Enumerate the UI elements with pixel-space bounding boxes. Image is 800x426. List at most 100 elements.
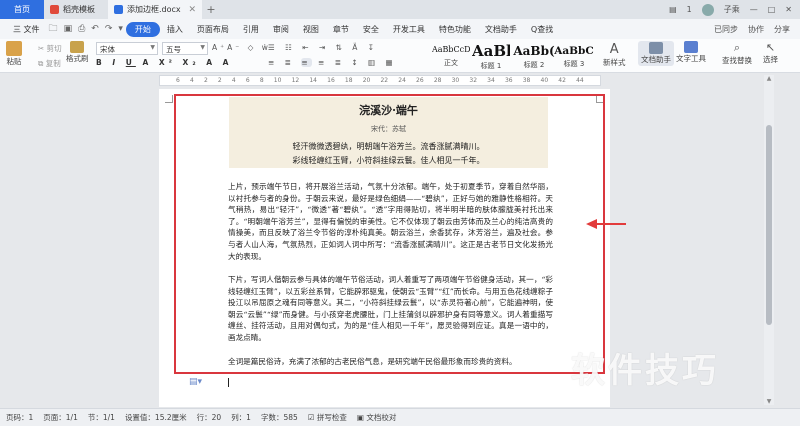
status-setting[interactable]: 设置值：15.2厘米	[125, 412, 187, 423]
doc-assistant-button[interactable]: 文档助手	[638, 41, 674, 66]
redo-icon[interactable]: ↷	[102, 24, 116, 34]
ruler-tick-label: 8	[259, 77, 264, 84]
print-icon[interactable]: ⎙	[75, 24, 88, 34]
menu-developer[interactable]: 开发工具	[386, 24, 432, 35]
chevron-down-icon: ▼	[200, 44, 205, 51]
maximize-icon[interactable]: □	[768, 5, 776, 14]
scroll-up-icon[interactable]: ▲	[764, 75, 774, 82]
status-section[interactable]: 节：1/1	[88, 412, 115, 423]
menu-insert[interactable]: 插入	[160, 24, 190, 35]
search-icon: ⌕	[733, 41, 741, 54]
menu-layout[interactable]: 页面布局	[190, 24, 236, 35]
menu-view[interactable]: 视图	[296, 24, 326, 35]
close-icon[interactable]: ✕	[188, 5, 196, 15]
file-menu[interactable]: 三 文件	[6, 24, 46, 35]
proofread-button[interactable]: ▣ 文档校对	[357, 412, 396, 423]
font-format-buttons[interactable]: B I U A X² X₂ A A	[96, 58, 232, 67]
horizontal-ruler[interactable]: 6 4 2 2 4 6 8 10 12 14 16 18 20 22 24 26 28 30 32 34 36 38 40 4…	[159, 75, 601, 86]
format-painter-button[interactable]: 格式刷	[66, 41, 89, 64]
size-value: 五号	[166, 45, 181, 54]
status-col[interactable]: 列：1	[231, 412, 251, 423]
doc-assistant-icon	[649, 42, 663, 54]
layout-icon[interactable]: ▤	[669, 5, 677, 14]
ruler-tick-label: 6	[176, 77, 180, 84]
ruler-numbers: 6 4 2 2 4 6 8 10 12 14 16 18 20 22 24 26 28 30 32 34 36 38 40 4…	[160, 76, 600, 85]
brush-icon	[70, 41, 85, 53]
cursor-icon: ↖	[765, 41, 776, 54]
paste-label: 粘贴	[6, 57, 22, 66]
close-window-icon[interactable]: ✕	[785, 5, 792, 14]
menu-security[interactable]: 安全	[356, 24, 386, 35]
style-heading3[interactable]: AaBbC 标题 3	[552, 42, 596, 70]
tab-document[interactable]: 添加边框.docx ✕	[108, 0, 202, 19]
status-pages[interactable]: 页面：1/1	[43, 412, 78, 423]
justify-button[interactable]: ≡	[301, 58, 312, 67]
menu-doc-assistant[interactable]: 文档助手	[478, 24, 524, 35]
select-button[interactable]: ↖ 选择	[763, 41, 778, 65]
new-style-button[interactable]: A 新样式	[603, 42, 626, 68]
ruler-tick-label: 22	[380, 77, 389, 84]
home-tab[interactable]: 首页	[0, 0, 44, 19]
sync-button[interactable]: 已同步	[714, 24, 738, 35]
select-label: 选择	[763, 55, 778, 64]
ruler-tick-label: 16	[327, 77, 335, 84]
menu-search[interactable]: Q查找	[524, 24, 560, 35]
scroll-thumb[interactable]	[766, 125, 772, 325]
ribbon: 粘贴 ✂ 剪切 ⧉ 复制 格式刷 宋体 ▼ 五号 ▼ A⁺A⁻ ◇ ẇ B I U …	[0, 39, 800, 73]
tab-label: 添加边框.docx	[127, 5, 181, 14]
menu-review[interactable]: 审阅	[266, 24, 296, 35]
menu-reference[interactable]: 引用	[236, 24, 266, 35]
more-icon[interactable]: ▾	[115, 24, 126, 34]
status-page[interactable]: 页码：1	[6, 412, 33, 423]
spell-check-button[interactable]: ☑ 拼写检查	[308, 412, 347, 423]
minimize-icon[interactable]: —	[750, 5, 758, 14]
ruler-tick-label: 20	[362, 77, 371, 84]
cut-button[interactable]: ✂ 剪切	[38, 43, 62, 54]
style-normal[interactable]: AaBbCcDd 正文	[432, 42, 470, 70]
new-style-label: 新样式	[603, 58, 626, 67]
ruler-tick-label: 4	[189, 77, 194, 84]
align-buttons[interactable]: ≡ ≣ ≡ ≡ ≣ ↕ ▥ ▦	[268, 58, 397, 67]
paste-button[interactable]: 粘贴	[6, 41, 22, 67]
menu-bar: 三 文件 🗀 ▣ ⎙ ↶ ↷ ▾ 开始 插入 页面布局 引用 审阅 视图 章节 …	[0, 19, 800, 39]
font-size-select[interactable]: 五号 ▼	[162, 42, 208, 55]
menu-start[interactable]: 开始	[125, 21, 160, 37]
list-buttons[interactable]: ☰ ☷ ⇤ ⇥ ⇅ Ä ↧	[268, 43, 378, 52]
tab-template[interactable]: 稻壳模板	[44, 0, 108, 19]
menu-chapter[interactable]: 章节	[326, 24, 356, 35]
style-heading1[interactable]: AaBl 标题 1	[472, 42, 510, 70]
status-row[interactable]: 行：20	[197, 412, 222, 423]
vertical-scrollbar[interactable]: ▲ ▼	[764, 75, 774, 405]
ruler-tick-label: 4	[231, 77, 236, 84]
paragraph-mark-icon[interactable]: ▤▾	[189, 377, 202, 387]
spell-label: 拼写检查	[316, 413, 347, 422]
menu-features[interactable]: 特色功能	[432, 24, 478, 35]
style-label: 标题 1	[480, 62, 502, 70]
ruler-tick-label: 2	[203, 77, 208, 84]
find-replace-label: 查找替换	[722, 56, 752, 65]
avatar[interactable]	[701, 3, 714, 16]
font-select[interactable]: 宋体 ▼	[96, 42, 158, 55]
undo-icon[interactable]: ↶	[88, 24, 102, 34]
notification-badge[interactable]: 1	[687, 5, 692, 14]
style-sample: AaBl	[472, 42, 510, 60]
user-name[interactable]: 子乘	[724, 4, 740, 15]
margin-mark	[165, 95, 173, 103]
new-tab-button[interactable]: +	[202, 0, 220, 19]
status-words[interactable]: 字数：585	[261, 412, 298, 423]
copy-button[interactable]: ⧉ 复制	[38, 58, 61, 69]
ruler-tick-label: 44	[576, 77, 584, 84]
find-replace-button[interactable]: ⌕ 查找替换	[722, 41, 752, 66]
ruler-tick-label: 12	[291, 77, 300, 84]
text-cursor	[228, 378, 229, 387]
share-button[interactable]: 分享	[774, 24, 790, 35]
ruler-tick-label: 26	[416, 77, 424, 84]
window-controls: ▤ 1 子乘 — □ ✕	[669, 0, 800, 19]
font-grow-shrink[interactable]: A⁺A⁻ ◇ ẇ	[212, 43, 271, 52]
text-tools-button[interactable]: 文字工具	[676, 41, 706, 64]
save-icon[interactable]: ▣	[61, 24, 76, 34]
folder-icon[interactable]: 🗀	[46, 21, 61, 37]
style-heading2[interactable]: AaBb( 标题 2	[512, 42, 556, 70]
collab-button[interactable]: 协作	[748, 24, 764, 35]
scroll-down-icon[interactable]: ▼	[764, 398, 774, 405]
